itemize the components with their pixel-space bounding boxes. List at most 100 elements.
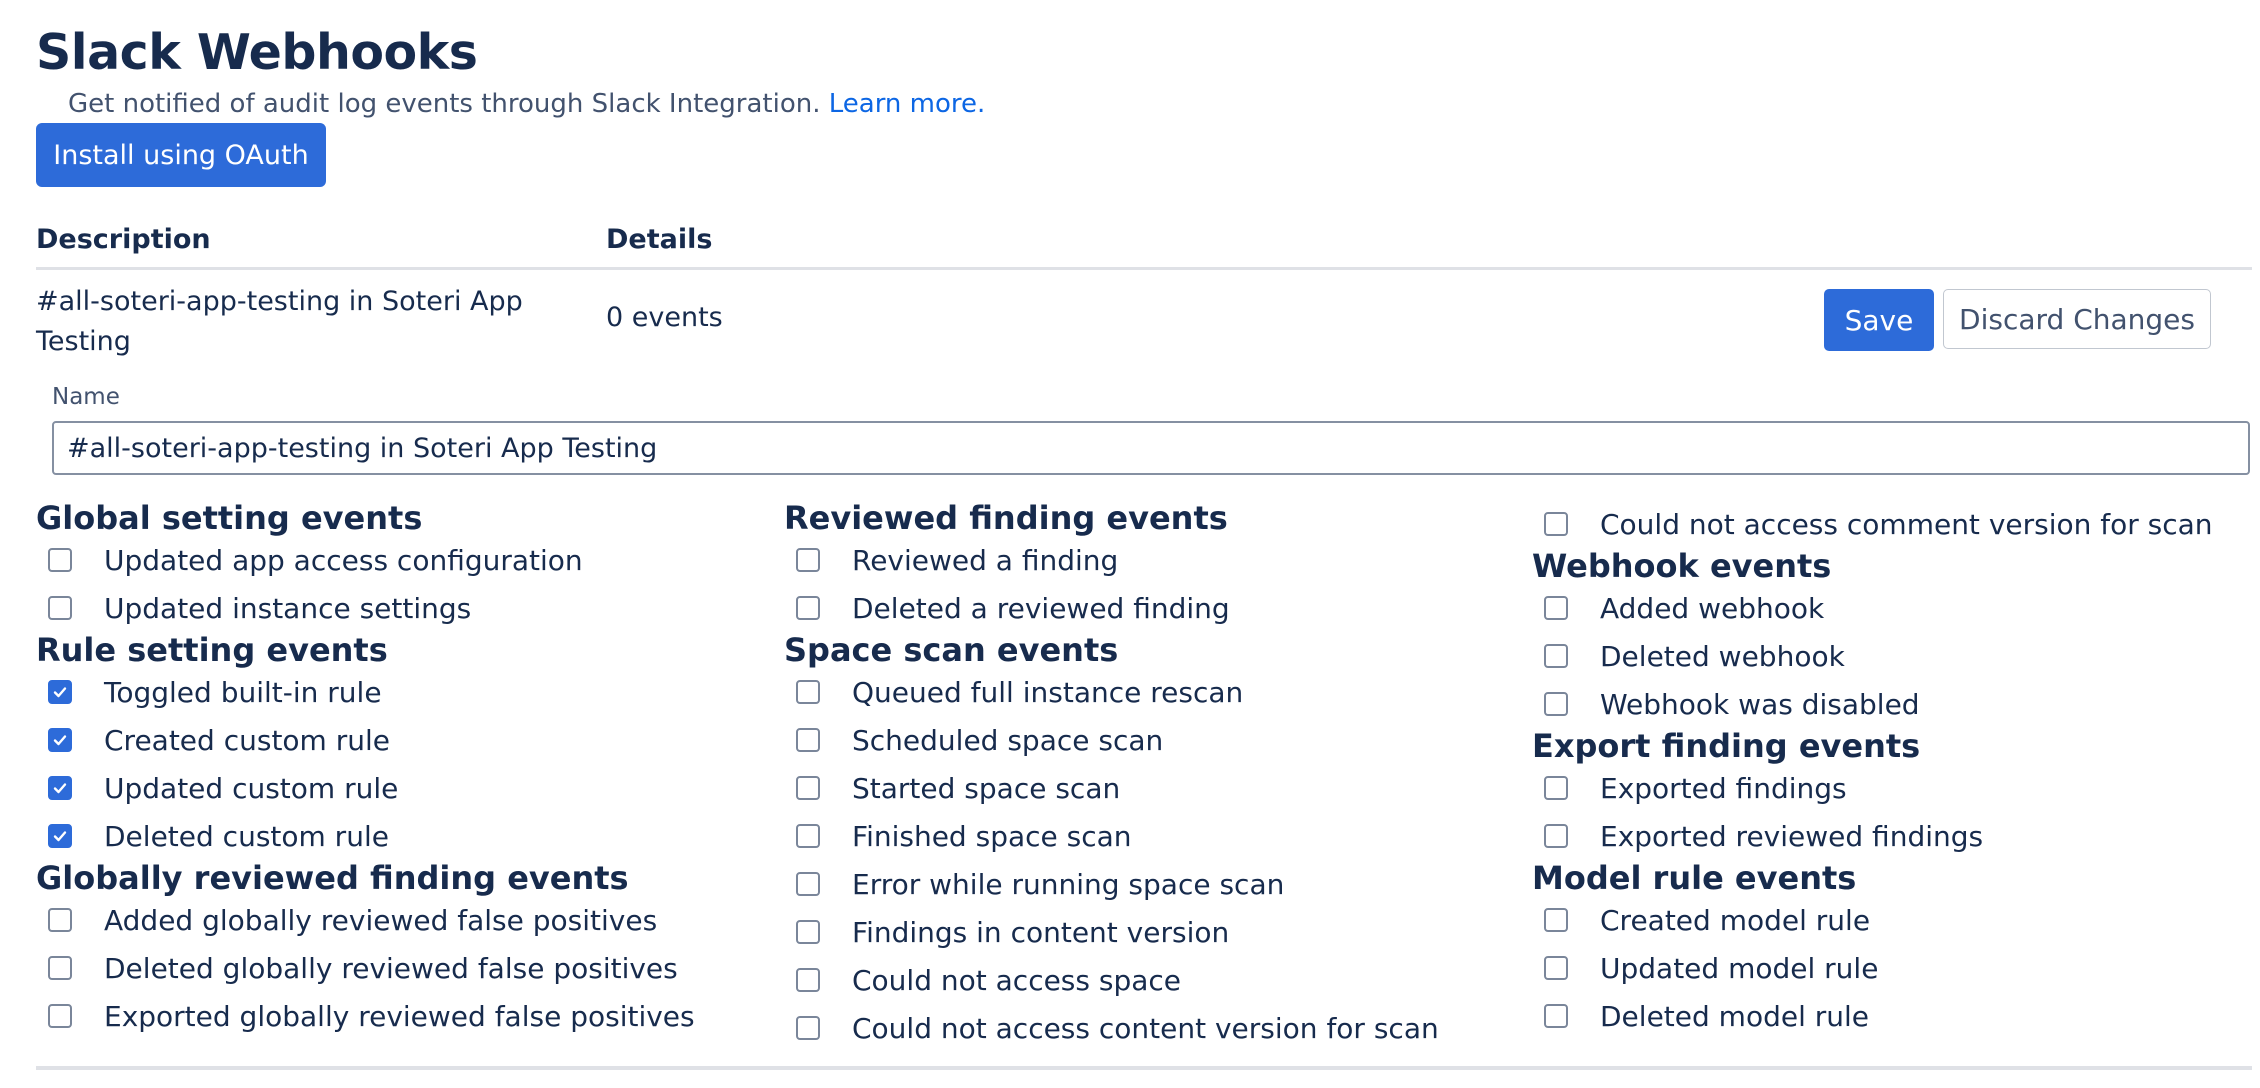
- column-header-details: Details: [606, 224, 713, 255]
- install-oauth-button[interactable]: Install using OAuth: [36, 123, 326, 187]
- checkbox[interactable]: [796, 596, 820, 620]
- event-option-deleted-webhook[interactable]: Deleted webhook: [1532, 632, 2252, 680]
- event-option-label: Toggled built-in rule: [104, 675, 382, 709]
- checkbox[interactable]: [1544, 908, 1568, 932]
- event-option-deleted-model-rule[interactable]: Deleted model rule: [1532, 992, 2252, 1040]
- event-option-updated-model-rule[interactable]: Updated model rule: [1532, 944, 2252, 992]
- page-title: Slack Webhooks: [36, 24, 478, 81]
- checkbox[interactable]: [796, 824, 820, 848]
- event-group-title: Webhook events: [1532, 547, 1832, 585]
- event-option-could-not-access-comment-version-for-scan[interactable]: Could not access comment version for sca…: [1532, 500, 2252, 548]
- event-group-webhook-events: Webhook events Added webhook Deleted webho…: [1532, 548, 2252, 728]
- checkbox[interactable]: [1544, 776, 1568, 800]
- discard-changes-button[interactable]: Discard Changes: [1943, 289, 2211, 349]
- event-option-label: Created custom rule: [104, 723, 390, 757]
- event-option-created-custom-rule[interactable]: Created custom rule: [36, 716, 776, 764]
- event-option-label: Could not access space: [852, 963, 1182, 997]
- checkbox[interactable]: [796, 920, 820, 944]
- event-option-updated-instance-settings[interactable]: Updated instance settings: [36, 584, 776, 632]
- event-option-deleted-a-reviewed-finding[interactable]: Deleted a reviewed finding: [784, 584, 1524, 632]
- subtitle-text: Get notified of audit log events through…: [68, 89, 821, 119]
- event-option-could-not-access-space[interactable]: Could not access space: [784, 956, 1524, 1004]
- event-group-model-rule-events: Model rule events Created model rule Updat…: [1532, 860, 2252, 1040]
- event-option-label: Could not access content version for sca…: [852, 1011, 1439, 1045]
- checkbox[interactable]: [1544, 956, 1568, 980]
- checkbox[interactable]: [48, 728, 72, 752]
- webhook-details: 0 events: [606, 302, 723, 333]
- event-option-label: Updated instance settings: [104, 591, 472, 625]
- event-option-reviewed-a-finding[interactable]: Reviewed a finding: [784, 536, 1524, 584]
- checkbox[interactable]: [48, 956, 72, 980]
- checkbox[interactable]: [1544, 512, 1568, 536]
- event-option-label: Started space scan: [852, 771, 1121, 805]
- checkmark-icon: [53, 735, 67, 746]
- event-group-reviewed-finding-events: Reviewed finding events Reviewed a findin…: [784, 500, 1524, 632]
- event-option-deleted-globally-reviewed-false-positives[interactable]: Deleted globally reviewed false positive…: [36, 944, 776, 992]
- event-option-added-webhook[interactable]: Added webhook: [1532, 584, 2252, 632]
- event-option-findings-in-content-version[interactable]: Findings in content version: [784, 908, 1524, 956]
- checkbox[interactable]: [1544, 1004, 1568, 1028]
- event-group-continued: Could not access comment version for sca…: [1532, 500, 2252, 548]
- event-option-label: Finished space scan: [852, 819, 1132, 853]
- header-divider: [36, 267, 2252, 270]
- event-column-3: Could not access comment version for sca…: [1532, 500, 2252, 1040]
- event-option-label: Deleted custom rule: [104, 819, 389, 853]
- checkbox[interactable]: [48, 908, 72, 932]
- event-option-finished-space-scan[interactable]: Finished space scan: [784, 812, 1524, 860]
- bottom-divider: [36, 1066, 2252, 1070]
- checkbox[interactable]: [796, 548, 820, 572]
- event-option-exported-findings[interactable]: Exported findings: [1532, 764, 2252, 812]
- event-option-started-space-scan[interactable]: Started space scan: [784, 764, 1524, 812]
- event-option-toggled-built-in-rule[interactable]: Toggled built-in rule: [36, 668, 776, 716]
- event-group-title: Model rule events: [1532, 859, 1857, 897]
- event-option-exported-reviewed-findings[interactable]: Exported reviewed findings: [1532, 812, 2252, 860]
- event-option-scheduled-space-scan[interactable]: Scheduled space scan: [784, 716, 1524, 764]
- name-input[interactable]: [52, 421, 2250, 475]
- event-option-webhook-was-disabled[interactable]: Webhook was disabled: [1532, 680, 2252, 728]
- event-group-title: Space scan events: [784, 631, 1119, 669]
- checkbox[interactable]: [1544, 824, 1568, 848]
- save-button[interactable]: Save: [1824, 289, 1934, 351]
- event-column-2: Reviewed finding events Reviewed a findin…: [784, 500, 1524, 1052]
- event-option-label: Deleted globally reviewed false positive…: [104, 951, 678, 985]
- event-option-label: Error while running space scan: [852, 867, 1285, 901]
- learn-more-link[interactable]: Learn more.: [829, 89, 986, 119]
- event-option-deleted-custom-rule[interactable]: Deleted custom rule: [36, 812, 776, 860]
- checkbox[interactable]: [48, 824, 72, 848]
- checkbox[interactable]: [796, 680, 820, 704]
- event-option-label: Queued full instance rescan: [852, 675, 1244, 709]
- event-option-exported-globally-reviewed-false-positives[interactable]: Exported globally reviewed false positiv…: [36, 992, 776, 1040]
- checkbox[interactable]: [1544, 692, 1568, 716]
- slack-webhooks-page: Slack Webhooks Get notified of audit log…: [0, 0, 2260, 1088]
- column-header-description: Description: [36, 224, 211, 255]
- event-option-created-model-rule[interactable]: Created model rule: [1532, 896, 2252, 944]
- checkbox[interactable]: [48, 596, 72, 620]
- checkbox[interactable]: [796, 728, 820, 752]
- checkbox[interactable]: [48, 776, 72, 800]
- checkbox[interactable]: [48, 1004, 72, 1028]
- event-group-space-scan-events: Space scan events Queued full instance re…: [784, 632, 1524, 1052]
- checkbox[interactable]: [796, 968, 820, 992]
- event-option-label: Deleted a reviewed finding: [852, 591, 1230, 625]
- event-group-rule-setting-events: Rule setting events Toggled built-in rule…: [36, 632, 776, 860]
- checkbox[interactable]: [48, 680, 72, 704]
- event-group-title: Export finding events: [1532, 727, 1921, 765]
- event-group-title: Globally reviewed finding events: [36, 859, 629, 897]
- checkbox[interactable]: [1544, 644, 1568, 668]
- event-option-label: Deleted model rule: [1600, 999, 1870, 1033]
- checkbox[interactable]: [796, 776, 820, 800]
- event-option-added-globally-reviewed-false-positives[interactable]: Added globally reviewed false positives: [36, 896, 776, 944]
- event-option-updated-app-access-configuration[interactable]: Updated app access configuration: [36, 536, 776, 584]
- event-group-title: Global setting events: [36, 499, 423, 537]
- event-option-error-while-running-space-scan[interactable]: Error while running space scan: [784, 860, 1524, 908]
- checkmark-icon: [53, 783, 67, 794]
- event-option-label: Findings in content version: [852, 915, 1230, 949]
- event-option-queued-full-instance-rescan[interactable]: Queued full instance rescan: [784, 668, 1524, 716]
- event-option-updated-custom-rule[interactable]: Updated custom rule: [36, 764, 776, 812]
- checkbox[interactable]: [48, 548, 72, 572]
- event-option-could-not-access-content-version-for-scan[interactable]: Could not access content version for sca…: [784, 1004, 1524, 1052]
- checkbox[interactable]: [796, 1016, 820, 1040]
- checkbox[interactable]: [796, 872, 820, 896]
- event-option-label: Added globally reviewed false positives: [104, 903, 658, 937]
- checkbox[interactable]: [1544, 596, 1568, 620]
